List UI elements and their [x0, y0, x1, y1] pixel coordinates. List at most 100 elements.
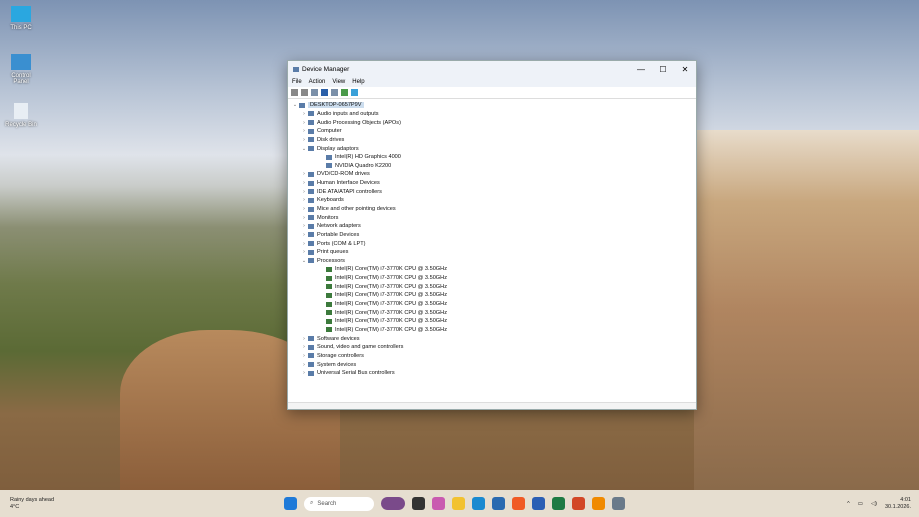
- tree-item[interactable]: › Sound, video and game controllers: [291, 343, 696, 352]
- forward-icon[interactable]: [301, 89, 308, 96]
- tree-item[interactable]: ⌄ Processors: [291, 257, 696, 266]
- tree-item[interactable]: › Human Interface Devices: [291, 179, 696, 188]
- tree-item[interactable]: › DVD/CD-ROM drives: [291, 170, 696, 179]
- tree-item-label: Print queues: [317, 249, 349, 256]
- device-icon: [326, 163, 332, 169]
- widget-icon[interactable]: [381, 497, 405, 510]
- network-icon[interactable]: ▭: [858, 501, 863, 507]
- vlc-icon[interactable]: [592, 497, 605, 510]
- volume-icon[interactable]: ◁): [871, 501, 877, 507]
- tree-item[interactable]: › Audio inputs and outputs: [291, 110, 696, 119]
- menu-help[interactable]: Help: [352, 79, 364, 85]
- tree-item-label: Intel(R) HD Graphics 4000: [335, 154, 401, 161]
- tree-item[interactable]: Intel(R) Core(TM) i7-3770K CPU @ 3.50GHz: [291, 317, 696, 326]
- device-icon: [308, 215, 314, 221]
- desktop-icon-recycle-bin[interactable]: Recycle Bin: [4, 103, 38, 128]
- tree-item[interactable]: › Monitors: [291, 213, 696, 222]
- tree-item[interactable]: › Portable Devices: [291, 231, 696, 240]
- word-icon[interactable]: [532, 497, 545, 510]
- chevron-right-icon[interactable]: ›: [300, 241, 308, 247]
- maximize-button[interactable]: ☐: [652, 65, 674, 74]
- brave-icon[interactable]: [512, 497, 525, 510]
- chevron-right-icon[interactable]: ›: [300, 362, 308, 368]
- chevron-right-icon[interactable]: ›: [300, 353, 308, 359]
- update-driver-icon[interactable]: [331, 89, 338, 96]
- start-icon[interactable]: [284, 497, 297, 510]
- tree-item[interactable]: › Audio Processing Objects (APOs): [291, 118, 696, 127]
- powerpoint-icon[interactable]: [572, 497, 585, 510]
- menu-action[interactable]: Action: [309, 79, 326, 85]
- system-tray: ^ ▭ ◁) 4:01 30.1.2026.: [847, 497, 911, 511]
- tree-item[interactable]: › Mice and other pointing devices: [291, 205, 696, 214]
- tree-item[interactable]: › Storage controllers: [291, 352, 696, 361]
- tree-item-label: Network adapters: [317, 223, 361, 230]
- chevron-right-icon[interactable]: ›: [300, 128, 308, 134]
- properties-icon[interactable]: [311, 89, 318, 96]
- device-icon: [308, 206, 314, 212]
- tree-item[interactable]: Intel(R) Core(TM) i7-3770K CPU @ 3.50GHz: [291, 326, 696, 335]
- help-icon[interactable]: [321, 89, 328, 96]
- tree-item[interactable]: ⌄ Display adaptors: [291, 144, 696, 153]
- chevron-right-icon[interactable]: ›: [300, 206, 308, 212]
- monitor-icon[interactable]: [351, 89, 358, 96]
- menu-view[interactable]: View: [332, 79, 345, 85]
- chevron-right-icon[interactable]: ›: [300, 232, 308, 238]
- scan-hardware-icon[interactable]: [341, 89, 348, 96]
- chevron-right-icon[interactable]: ›: [300, 180, 308, 186]
- chevron-right-icon[interactable]: ›: [300, 370, 308, 376]
- tree-item[interactable]: Intel(R) Core(TM) i7-3770K CPU @ 3.50GHz: [291, 274, 696, 283]
- close-button[interactable]: ✕: [674, 65, 696, 74]
- tree-item[interactable]: NVIDIA Quadro K2200: [291, 161, 696, 170]
- chevron-right-icon[interactable]: ›: [300, 197, 308, 203]
- chevron-right-icon[interactable]: ›: [300, 111, 308, 117]
- chevron-right-icon[interactable]: ›: [300, 171, 308, 177]
- tree-item[interactable]: › Software devices: [291, 334, 696, 343]
- desktop-icon-this-pc[interactable]: This PC: [4, 6, 38, 31]
- desktop-icon-control-panel[interactable]: Control Panel: [4, 54, 38, 85]
- store-icon[interactable]: [492, 497, 505, 510]
- copilot-icon[interactable]: [432, 497, 445, 510]
- tree-item[interactable]: Intel(R) Core(TM) i7-3770K CPU @ 3.50GHz: [291, 265, 696, 274]
- tree-item[interactable]: › System devices: [291, 360, 696, 369]
- chevron-right-icon[interactable]: ›: [300, 223, 308, 229]
- tree-item[interactable]: › IDE ATA/ATAPI controllers: [291, 187, 696, 196]
- edge-icon[interactable]: [472, 497, 485, 510]
- title-bar[interactable]: Device Manager — ☐ ✕: [288, 61, 696, 77]
- tree-item[interactable]: › Keyboards: [291, 196, 696, 205]
- tree-item[interactable]: › Network adapters: [291, 222, 696, 231]
- minimize-button[interactable]: —: [630, 65, 652, 74]
- device-manager-icon[interactable]: [612, 497, 625, 510]
- tree-item[interactable]: › Disk drives: [291, 136, 696, 145]
- tree-item[interactable]: › Computer: [291, 127, 696, 136]
- excel-icon[interactable]: [552, 497, 565, 510]
- chevron-down-icon[interactable]: ⌄: [300, 258, 308, 264]
- chevron-up-icon[interactable]: ^: [847, 501, 850, 507]
- tree-item[interactable]: Intel(R) Core(TM) i7-3770K CPU @ 3.50GHz: [291, 282, 696, 291]
- task-view-icon[interactable]: [412, 497, 425, 510]
- chevron-right-icon[interactable]: ›: [300, 249, 308, 255]
- tree-item[interactable]: Intel(R) HD Graphics 4000: [291, 153, 696, 162]
- tree-item[interactable]: Intel(R) Core(TM) i7-3770K CPU @ 3.50GHz: [291, 300, 696, 309]
- chevron-right-icon[interactable]: ›: [300, 336, 308, 342]
- chevron-right-icon[interactable]: ›: [300, 344, 308, 350]
- file-explorer-icon[interactable]: [452, 497, 465, 510]
- tree-item-label: Human Interface Devices: [317, 180, 380, 187]
- menu-file[interactable]: File: [292, 79, 302, 85]
- chevron-down-icon[interactable]: ⌄: [300, 146, 308, 152]
- tree-item-label: Audio inputs and outputs: [317, 110, 379, 117]
- tree-item[interactable]: › Ports (COM & LPT): [291, 239, 696, 248]
- weather-widget[interactable]: Rainy days ahead 4°C: [10, 497, 54, 511]
- monitor-icon: [11, 6, 31, 22]
- chevron-right-icon[interactable]: ›: [300, 189, 308, 195]
- tree-item[interactable]: Intel(R) Core(TM) i7-3770K CPU @ 3.50GHz: [291, 308, 696, 317]
- chevron-right-icon[interactable]: ›: [300, 215, 308, 221]
- tree-item[interactable]: › Universal Serial Bus controllers: [291, 369, 696, 378]
- chevron-right-icon[interactable]: ›: [300, 137, 308, 143]
- clock[interactable]: 4:01 30.1.2026.: [885, 497, 911, 511]
- tree-item[interactable]: › Print queues: [291, 248, 696, 257]
- search-box[interactable]: ⌕ Search: [304, 496, 374, 511]
- back-icon[interactable]: [291, 89, 298, 96]
- tree-item[interactable]: Intel(R) Core(TM) i7-3770K CPU @ 3.50GHz: [291, 291, 696, 300]
- chevron-right-icon[interactable]: ›: [300, 120, 308, 126]
- tree-root[interactable]: ⌄ DESKTOP-0657P9V: [291, 101, 696, 110]
